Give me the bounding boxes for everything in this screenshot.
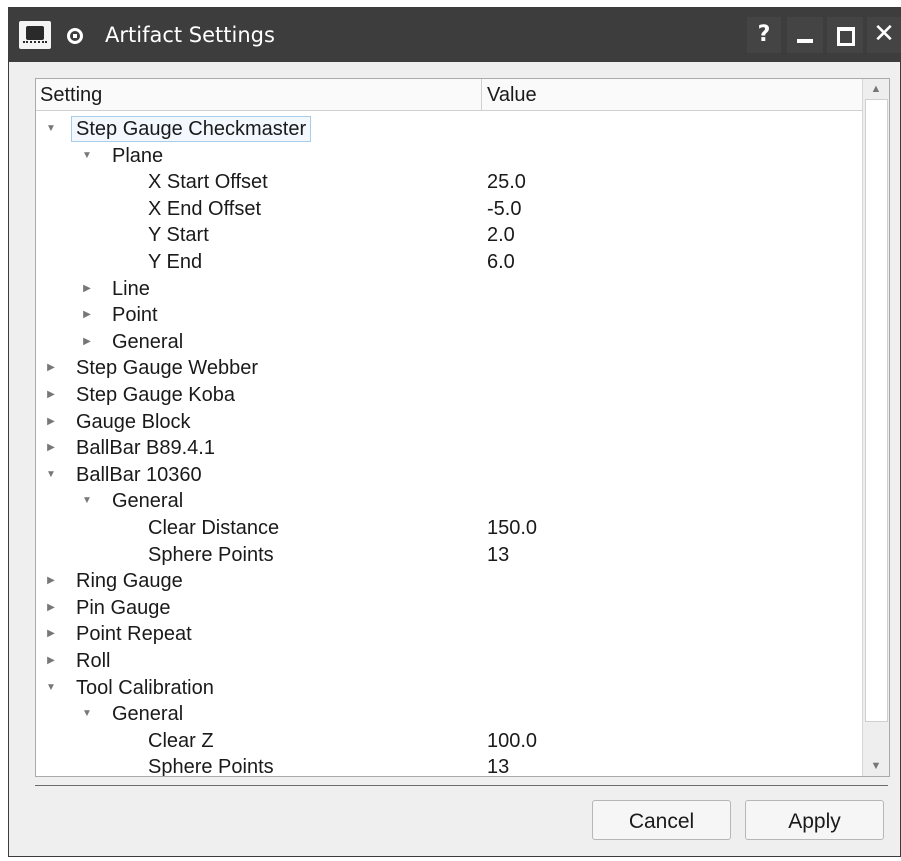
expand-arrow-right-icon[interactable]: ▶ (44, 382, 58, 408)
tree-row-label[interactable]: X End Offset (148, 196, 261, 222)
tree-row-label[interactable]: BallBar 10360 (76, 462, 202, 488)
tree-row-label[interactable]: Clear Distance (148, 515, 279, 541)
tree-row-label[interactable]: General (112, 329, 183, 355)
tree-row-label[interactable]: Point Repeat (76, 621, 192, 647)
tree-row-label[interactable]: General (112, 701, 183, 727)
tree-row-label[interactable]: Tool Calibration (76, 675, 214, 701)
tree-row[interactable]: Sphere Points 13 (36, 754, 862, 776)
settings-tree[interactable]: Setting Value ▼ Step Gauge Checkmaster ▼ Pl… (35, 78, 890, 777)
maximize-button[interactable] (827, 17, 863, 53)
expand-arrow-right-icon[interactable]: ▶ (44, 595, 58, 621)
cancel-button[interactable]: Cancel (592, 800, 731, 840)
tree-row-label[interactable]: Y End (148, 249, 202, 275)
tree-row[interactable]: ▶ Step Gauge Webber (36, 355, 862, 381)
help-button[interactable]: ? (747, 17, 781, 53)
expand-arrow-down-icon[interactable]: ▼ (44, 116, 58, 142)
tree-row-label[interactable]: Sphere Points (148, 542, 274, 568)
tree-row-label[interactable]: Point (112, 302, 158, 328)
expand-arrow-right-icon[interactable]: ▶ (44, 621, 58, 647)
tree-row-value[interactable]: 25.0 (487, 169, 526, 195)
tree-row-label[interactable]: Sphere Points (148, 754, 274, 776)
title-bar[interactable]: Artifact Settings ? ✕ (9, 8, 901, 62)
tree-row[interactable]: ▶ Pin Gauge (36, 595, 862, 621)
tree-row[interactable]: ▼ BallBar 10360 (36, 462, 862, 488)
tree-header: Setting Value (36, 79, 862, 111)
tree-row[interactable]: ▼ General (36, 488, 862, 514)
tree-row[interactable]: Y End 6.0 (36, 249, 862, 275)
tree-row-label[interactable]: BallBar B89.4.1 (76, 435, 215, 461)
close-button[interactable]: ✕ (867, 17, 901, 53)
tree-row-label[interactable]: General (112, 488, 183, 514)
tree-row[interactable]: ▶ Ring Gauge (36, 568, 862, 594)
expand-arrow-down-icon[interactable]: ▼ (80, 488, 94, 514)
tree-row-label[interactable]: Step Gauge Checkmaster (71, 116, 312, 142)
tree-row[interactable]: X End Offset -5.0 (36, 196, 862, 222)
tree-row[interactable]: Clear Distance 150.0 (36, 515, 862, 541)
tree-row-label[interactable]: Ring Gauge (76, 568, 183, 594)
expand-arrow-down-icon[interactable]: ▼ (80, 701, 94, 727)
tree-row-value[interactable]: -5.0 (487, 196, 521, 222)
tree-row-value[interactable]: 6.0 (487, 249, 515, 275)
tree-row[interactable]: ▼ General (36, 701, 862, 727)
setting-column-header[interactable]: Setting (40, 84, 102, 107)
tree-row-label[interactable]: Pin Gauge (76, 595, 171, 621)
tree-row[interactable]: ▼ Tool Calibration (36, 675, 862, 701)
column-divider[interactable] (481, 79, 482, 110)
scroll-up-icon[interactable]: ▲ (863, 79, 889, 99)
expand-arrow-right-icon[interactable]: ▶ (44, 355, 58, 381)
expand-arrow-right-icon[interactable]: ▶ (80, 276, 94, 302)
tree-row-label[interactable]: Plane (112, 143, 163, 169)
tree-row[interactable]: X Start Offset 25.0 (36, 169, 862, 195)
expand-arrow-down-icon[interactable]: ▼ (44, 462, 58, 488)
expand-arrow-right-icon[interactable]: ▶ (44, 568, 58, 594)
expand-arrow-right-icon[interactable]: ▶ (80, 302, 94, 328)
scroll-down-icon[interactable]: ▼ (863, 756, 889, 776)
tree-row[interactable]: ▶ Gauge Block (36, 409, 862, 435)
apply-button[interactable]: Apply (745, 800, 884, 840)
tree-row-value[interactable]: 13 (487, 754, 509, 776)
tree-row-label[interactable]: Step Gauge Webber (76, 355, 258, 381)
tree-row-value[interactable]: 150.0 (487, 515, 537, 541)
footer-divider (35, 785, 888, 786)
window-title: Artifact Settings (105, 23, 275, 47)
tree-row-label[interactable]: Gauge Block (76, 409, 191, 435)
tree-row-label[interactable]: Line (112, 276, 150, 302)
minimize-button[interactable] (787, 17, 823, 53)
tree-row[interactable]: ▶ BallBar B89.4.1 (36, 435, 862, 461)
tree-row[interactable]: Y Start 2.0 (36, 222, 862, 248)
tree-row[interactable]: ▼ Plane (36, 143, 862, 169)
expand-arrow-right-icon[interactable]: ▶ (44, 648, 58, 674)
tree-row-label[interactable]: Y Start (148, 222, 209, 248)
tree-row-value[interactable]: 100.0 (487, 728, 537, 754)
expand-arrow-right-icon[interactable]: ▶ (44, 435, 58, 461)
scrollbar-thumb[interactable] (865, 99, 888, 722)
tree-row-label[interactable]: Step Gauge Koba (76, 382, 235, 408)
tree-row[interactable]: ▶ Roll (36, 648, 862, 674)
expand-arrow-right-icon[interactable]: ▶ (44, 409, 58, 435)
artifact-settings-window: Artifact Settings ? ✕ Setting Value ▼ Ste… (8, 7, 901, 857)
tree-row[interactable]: ▶ General (36, 329, 862, 355)
app-icon[interactable] (19, 21, 51, 49)
window-menu-icon[interactable] (67, 28, 83, 44)
tree-row-value[interactable]: 13 (487, 542, 509, 568)
tree-row-label[interactable]: Roll (76, 648, 110, 674)
tree-row-value[interactable]: 2.0 (487, 222, 515, 248)
expand-arrow-down-icon[interactable]: ▼ (44, 675, 58, 701)
tree-row[interactable]: Sphere Points 13 (36, 542, 862, 568)
vertical-scrollbar[interactable]: ▲ ▼ (862, 79, 889, 776)
tree-row[interactable]: Clear Z 100.0 (36, 728, 862, 754)
tree-row[interactable]: ▶ Point (36, 302, 862, 328)
expand-arrow-right-icon[interactable]: ▶ (80, 329, 94, 355)
tree-row-label[interactable]: Clear Z (148, 728, 214, 754)
value-column-header[interactable]: Value (487, 84, 537, 107)
tree-row-label[interactable]: X Start Offset (148, 169, 268, 195)
tree-row[interactable]: ▶ Point Repeat (36, 621, 862, 647)
tree-row[interactable]: ▼ Step Gauge Checkmaster (36, 116, 862, 142)
tree-row[interactable]: ▶ Line (36, 276, 862, 302)
tree-row[interactable]: ▶ Step Gauge Koba (36, 382, 862, 408)
expand-arrow-down-icon[interactable]: ▼ (80, 143, 94, 169)
